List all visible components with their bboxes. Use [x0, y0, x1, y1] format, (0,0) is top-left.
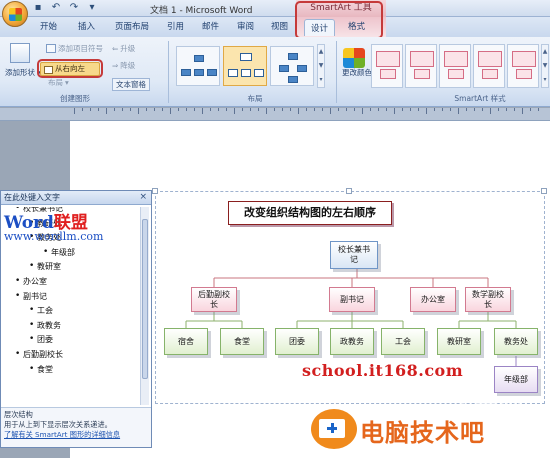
org-node-dormitory[interactable]: 宿舍: [164, 328, 208, 355]
org-node-youth-league[interactable]: 团委: [275, 328, 319, 355]
node-label: 政教务: [340, 336, 364, 346]
org-node-union[interactable]: 工会: [381, 328, 425, 355]
overlay-url-text: school.it168.com: [302, 361, 464, 380]
node-label: 宿舍: [178, 336, 194, 346]
org-node-academic-affairs[interactable]: 教务处: [494, 328, 538, 355]
connector-lines: [185, 268, 517, 366]
node-label: 办公室: [421, 294, 445, 304]
node-label: 副书记: [340, 294, 364, 304]
org-node-deputy-secretary[interactable]: 副书记: [329, 287, 375, 312]
node-label: 后勤副校 长: [198, 289, 230, 309]
office-logo-icon: [9, 8, 22, 21]
plus-icon: [327, 423, 337, 433]
node-label: 校长兼书 记: [338, 245, 370, 264]
node-label: 教务处: [504, 336, 528, 346]
org-node-root[interactable]: 校长兼书 记: [330, 241, 378, 269]
node-label: 数学副校 长: [472, 289, 504, 309]
org-node-grade-dept[interactable]: 年级部: [494, 366, 538, 393]
node-label: 教研室: [447, 336, 471, 346]
org-node-teaching-research[interactable]: 教研室: [437, 328, 481, 355]
org-node-logistics-vp[interactable]: 后勤副校 长: [191, 287, 237, 312]
node-label: 工会: [395, 336, 411, 346]
corner-watermark: 下载吧: [452, 398, 525, 423]
org-node-political-affairs[interactable]: 政教务: [330, 328, 374, 355]
org-node-math-vp[interactable]: 数学副校 长: [465, 287, 511, 312]
brand-logo-icon: [311, 409, 357, 449]
node-label: 食堂: [234, 336, 250, 346]
office-button[interactable]: [2, 1, 28, 27]
node-label: 年级部: [504, 374, 528, 384]
node-label: 团委: [289, 336, 305, 346]
org-node-canteen[interactable]: 食堂: [220, 328, 264, 355]
org-node-office[interactable]: 办公室: [410, 287, 456, 312]
